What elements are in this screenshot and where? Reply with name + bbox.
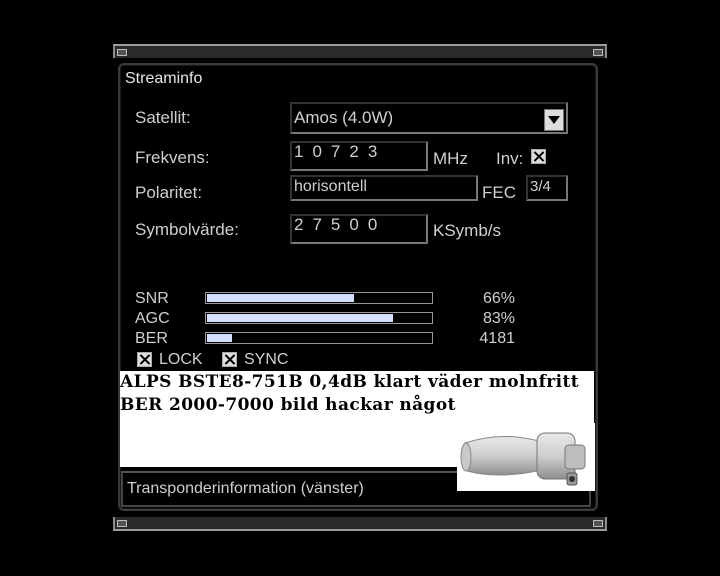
satellite-dropdown[interactable]: Amos (4.0W) [290,102,568,134]
agc-meter [205,312,433,324]
ber-meter [205,332,433,344]
chevron-down-icon[interactable] [544,109,564,131]
lock-checkbox[interactable] [137,352,152,367]
lock-label: LOCK [159,351,203,368]
satellite-label: Satellit: [135,108,191,127]
sync-checkbox[interactable] [222,352,237,367]
symbolrate-unit: KSymb/s [433,221,502,240]
ber-value: 4181 [479,330,515,347]
streaminfo-window: Streaminfo Satellit: Amos (4.0W) Frekven… [113,44,607,531]
ber-label: BER [135,330,168,347]
rivet-icon [117,49,127,56]
window-bottom-bar [113,517,607,529]
snr-label: SNR [135,290,169,307]
fec-input[interactable]: 3/4 [526,175,568,201]
symbolrate-label: Symbolvärde: [135,220,239,239]
lnb-icon [460,432,586,486]
ber-meter-fill [207,334,233,342]
window-top-bar [113,46,607,58]
agc-value: 83% [482,310,515,327]
sync-label: SYNC [244,351,289,368]
snr-meter [205,292,433,304]
fec-label: FEC [482,183,516,202]
note-line-1: ALPS BSTE8-751B 0,4dB klart väder molnfr… [120,372,580,392]
snr-value: 66% [482,290,515,307]
footer-label: Transponderinformation (vänster) [127,480,364,497]
rivet-icon [117,520,127,527]
satellite-value: Amos (4.0W) [294,108,394,127]
rivet-icon [593,49,603,56]
frequency-label: Frekvens: [135,148,210,167]
inv-checkbox[interactable] [531,149,546,164]
polarity-label: Polaritet: [135,183,203,202]
agc-meter-fill [207,314,393,322]
lnb-photo [457,423,595,491]
symbolrate-input[interactable]: 27500 [290,214,428,244]
agc-label: AGC [135,310,170,327]
frequency-unit: MHz [433,149,468,168]
frequency-input[interactable]: 10723 [290,141,428,171]
note-line-2: BER 2000-7000 bild hackar något [120,395,456,415]
note-overlay: ALPS BSTE8-751B 0,4dB klart väder molnfr… [120,371,595,491]
window-title: Streaminfo [125,70,203,87]
polarity-input[interactable]: horisontell [290,175,478,201]
rivet-icon [593,520,603,527]
snr-meter-fill [207,294,355,302]
inv-label: Inv: [496,149,524,168]
